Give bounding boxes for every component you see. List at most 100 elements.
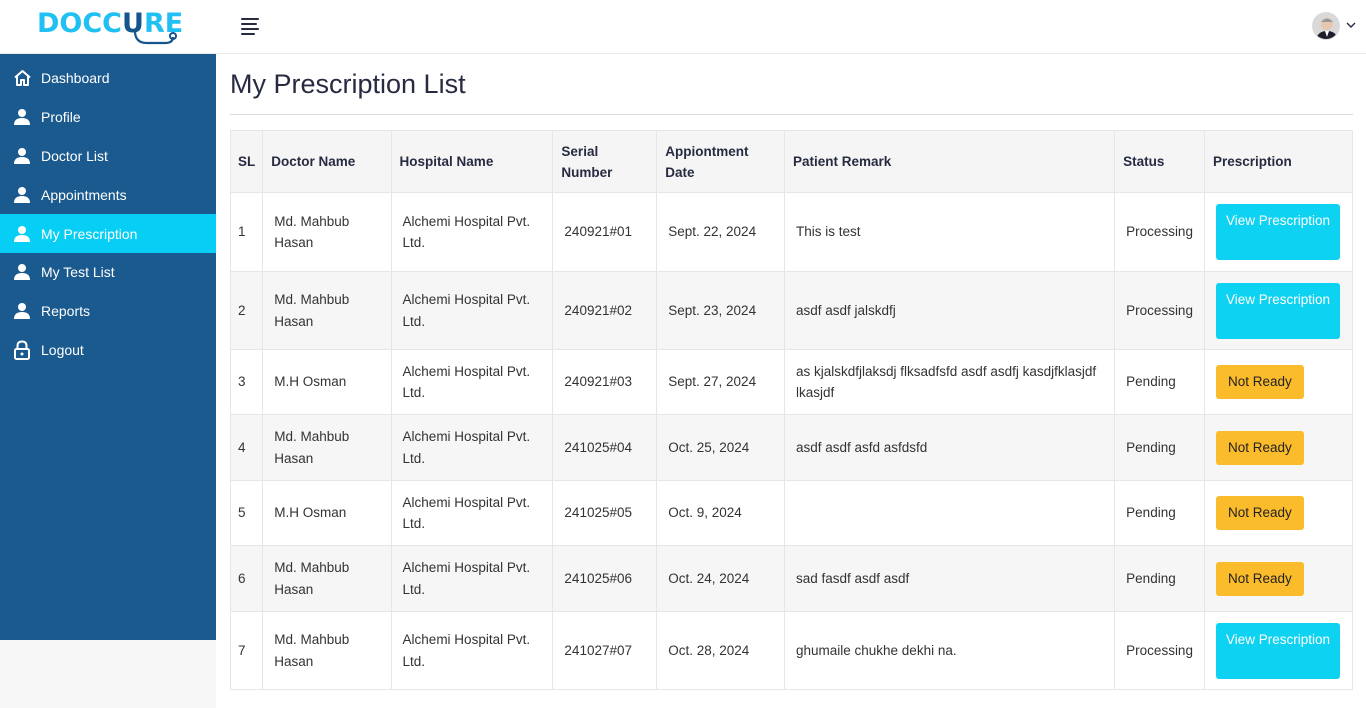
sidebar-item-label: My Test List <box>41 264 115 281</box>
view-prescription-button[interactable]: View Prescription <box>1215 282 1340 339</box>
not-ready-button[interactable]: Not Ready <box>1215 496 1304 530</box>
sidebar-item-label: Appointments <box>41 186 127 203</box>
prescription-table: SL Doctor Name Hospital Name Serial Numb… <box>229 130 1354 690</box>
sidebar-item-profile[interactable]: Profile <box>0 98 216 137</box>
cell-doctor: M.H Osman <box>262 480 392 546</box>
user-icon <box>12 301 32 321</box>
cell-sl: 5 <box>229 480 264 546</box>
sidebar-item-label: My Prescription <box>41 225 138 242</box>
cell-hospital: Alchemi Hospital Pvt. Ltd. <box>390 480 554 546</box>
cell-sl: 7 <box>229 611 264 690</box>
user-icon <box>12 107 32 127</box>
user-icon <box>12 146 32 166</box>
cell-date: Sept. 23, 2024 <box>656 271 785 350</box>
sidebar-item-label: Reports <box>41 303 91 320</box>
cell-sl: 4 <box>229 414 264 481</box>
not-ready-button[interactable]: Not Ready <box>1215 561 1304 596</box>
sidebar-item-doctor-list[interactable]: Doctor List <box>0 137 216 176</box>
doccure-logo[interactable]: DOCCURE <box>37 9 183 47</box>
chevron-down-icon <box>1346 20 1356 32</box>
column-header-appointment-date: Appiontment Date <box>656 130 785 193</box>
view-prescription-button[interactable]: View Prescription <box>1215 622 1340 679</box>
cell-hospital: Alchemi Hospital Pvt. Ltd. <box>390 545 554 612</box>
menu-toggle-button[interactable] <box>241 18 263 38</box>
cell-remark <box>783 480 1116 546</box>
top-navbar: DOCCURE <box>0 0 1366 54</box>
cell-remark: This is test <box>783 192 1116 272</box>
cell-action: View Prescription <box>1203 192 1354 272</box>
cell-doctor: Md. Mahbub Hasan <box>262 271 392 350</box>
sidebar-item-dashboard[interactable]: Dashboard <box>0 59 216 98</box>
cell-sl: 1 <box>229 192 264 272</box>
column-header-doctor-name: Doctor Name <box>262 130 392 193</box>
cell-sl: 2 <box>229 271 264 350</box>
cell-remark: ghumaile chukhe dekhi na. <box>783 611 1116 690</box>
cell-status: Processing <box>1114 271 1205 350</box>
cell-serial: 240921#01 <box>552 192 658 272</box>
sidebar-footer <box>0 640 216 708</box>
cell-date: Oct. 9, 2024 <box>656 480 785 546</box>
table-header-row: SL Doctor Name Hospital Name Serial Numb… <box>229 130 1354 193</box>
cell-status: Pending <box>1114 480 1205 546</box>
not-ready-button[interactable]: Not Ready <box>1215 430 1304 465</box>
sidebar-item-label: Doctor List <box>41 147 108 164</box>
sidebar-item-label: Profile <box>41 109 81 126</box>
column-header-patient-remark: Patient Remark <box>783 130 1116 193</box>
cell-remark: asdf asdf asfd asfdsfd <box>783 414 1116 481</box>
cell-doctor: Md. Mahbub Hasan <box>262 414 392 481</box>
table-row: 1 Md. Mahbub Hasan Alchemi Hospital Pvt.… <box>229 192 1354 272</box>
cell-hospital: Alchemi Hospital Pvt. Ltd. <box>390 414 554 481</box>
cell-doctor: M.H Osman <box>262 349 392 415</box>
column-header-hospital-name: Hospital Name <box>390 130 554 193</box>
table-row: 2 Md. Mahbub Hasan Alchemi Hospital Pvt.… <box>229 271 1354 350</box>
user-menu[interactable] <box>1312 12 1356 40</box>
sidebar-item-logout[interactable]: Logout <box>0 331 216 370</box>
cell-action: Not Ready <box>1203 349 1354 415</box>
cell-serial: 240921#02 <box>552 271 658 350</box>
column-header-prescription: Prescription <box>1203 130 1354 193</box>
not-ready-button[interactable]: Not Ready <box>1215 365 1304 399</box>
sidebar-item-my-prescription[interactable]: My Prescription <box>0 214 216 253</box>
sidebar-item-appointments[interactable]: Appointments <box>0 175 216 214</box>
page-title: My Prescription List <box>230 69 466 99</box>
cell-status: Pending <box>1114 414 1205 481</box>
cell-date: Sept. 27, 2024 <box>656 349 785 415</box>
cell-status: Pending <box>1114 545 1205 612</box>
column-header-status: Status <box>1114 130 1205 193</box>
column-header-serial-number: Serial Number <box>552 130 658 193</box>
cell-date: Sept. 22, 2024 <box>656 192 785 272</box>
avatar <box>1312 12 1340 40</box>
main-content: My Prescription List SL Doctor Name Hosp… <box>229 54 1354 690</box>
cell-serial: 240921#03 <box>552 349 658 415</box>
cell-sl: 3 <box>229 349 264 415</box>
cell-doctor: Md. Mahbub Hasan <box>262 545 392 612</box>
sidebar-item-reports[interactable]: Reports <box>0 292 216 331</box>
cell-action: Not Ready <box>1203 480 1354 546</box>
sidebar-item-label: Logout <box>41 341 84 358</box>
table-row: 7 Md. Mahbub Hasan Alchemi Hospital Pvt.… <box>229 611 1354 690</box>
cell-serial: 241025#05 <box>552 480 658 546</box>
cell-hospital: Alchemi Hospital Pvt. Ltd. <box>390 611 554 690</box>
table-row: 6 Md. Mahbub Hasan Alchemi Hospital Pvt.… <box>229 545 1354 612</box>
cell-remark: sad fasdf asdf asdf <box>783 545 1116 612</box>
cell-status: Pending <box>1114 349 1205 415</box>
home-icon <box>12 68 32 88</box>
cell-serial: 241025#04 <box>552 414 658 481</box>
cell-action: View Prescription <box>1203 611 1354 690</box>
cell-action: Not Ready <box>1203 414 1354 481</box>
cell-serial: 241027#07 <box>552 611 658 690</box>
cell-date: Oct. 28, 2024 <box>656 611 785 690</box>
user-icon <box>12 185 32 205</box>
cell-sl: 6 <box>229 545 264 612</box>
table-row: 3 M.H Osman Alchemi Hospital Pvt. Ltd. 2… <box>229 349 1354 415</box>
column-header-sl: SL <box>229 130 264 193</box>
sidebar-item-my-test-list[interactable]: My Test List <box>0 253 216 292</box>
view-prescription-button[interactable]: View Prescription <box>1215 204 1340 260</box>
sidebar: Dashboard Profile Doctor List Appointmen… <box>0 54 216 640</box>
table-row: 5 M.H Osman Alchemi Hospital Pvt. Ltd. 2… <box>229 480 1354 546</box>
table-row: 4 Md. Mahbub Hasan Alchemi Hospital Pvt.… <box>229 414 1354 481</box>
user-icon <box>12 262 32 282</box>
cell-doctor: Md. Mahbub Hasan <box>262 192 392 272</box>
user-icon <box>12 224 32 244</box>
cell-status: Processing <box>1114 192 1205 272</box>
